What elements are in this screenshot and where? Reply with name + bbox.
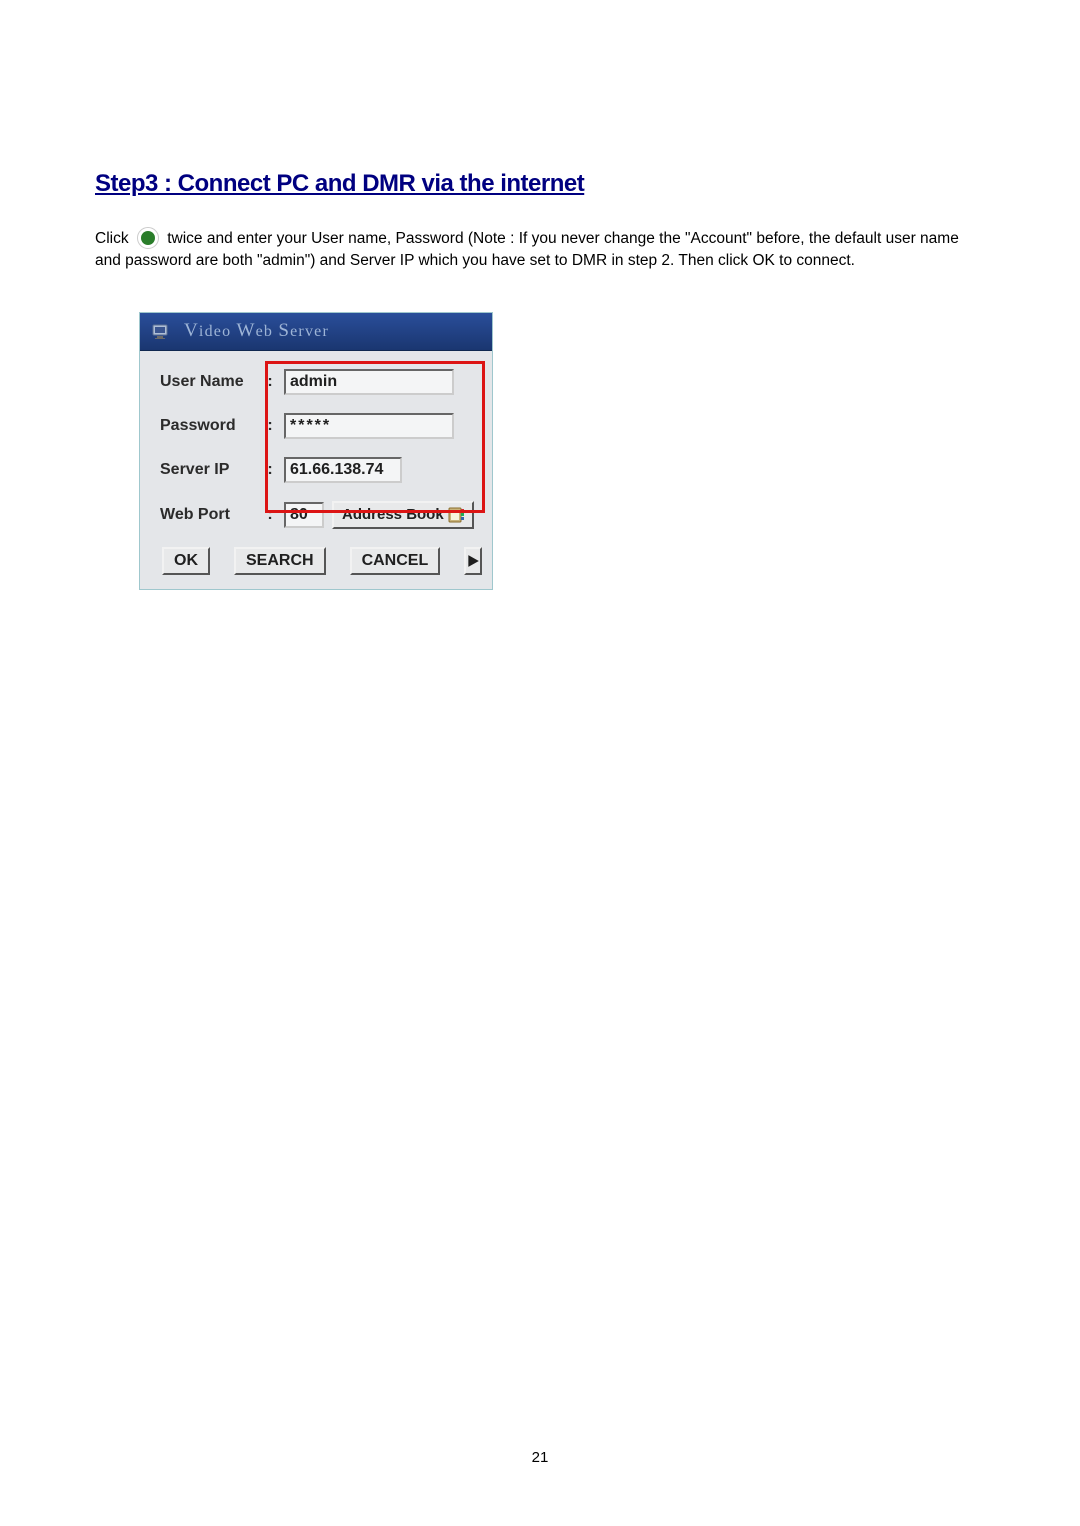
dialog-button-row: OK SEARCH CANCEL xyxy=(156,547,476,575)
play-icon xyxy=(466,554,480,568)
row-serverip: Server IP : xyxy=(156,457,476,483)
dialog-form: User Name : Password : Server IP : Web P… xyxy=(140,351,492,589)
instruction-paragraph: Click twice and enter your User name, Pa… xyxy=(95,228,985,272)
dialog-title: Video Web Server xyxy=(184,320,329,342)
label-webport: Web Port xyxy=(156,506,264,524)
label-serverip: Server IP xyxy=(156,461,264,479)
page-number: 21 xyxy=(532,1449,549,1466)
address-book-button[interactable]: Address Book xyxy=(332,501,474,529)
server-ip-input[interactable] xyxy=(284,457,402,483)
instruction-part1: Click xyxy=(95,230,129,247)
play-button[interactable] xyxy=(464,547,482,575)
titlebar-app-icon xyxy=(152,322,174,340)
dialog-titlebar: Video Web Server xyxy=(140,313,492,351)
cancel-button[interactable]: CANCEL xyxy=(350,547,441,575)
instruction-part2: twice and enter your User name, Password… xyxy=(95,230,959,269)
address-book-icon xyxy=(448,506,468,524)
row-username: User Name : xyxy=(156,369,476,395)
username-input[interactable] xyxy=(284,369,454,395)
row-password: Password : xyxy=(156,413,476,439)
password-input[interactable] xyxy=(284,413,454,439)
web-port-input[interactable] xyxy=(284,502,324,528)
step-heading: Step3 : Connect PC and DMR via the inter… xyxy=(95,170,985,198)
search-button[interactable]: SEARCH xyxy=(234,547,326,575)
ok-button[interactable]: OK xyxy=(162,547,210,575)
row-webport: Web Port : Address Book xyxy=(156,501,476,529)
app-launch-icon xyxy=(137,227,159,249)
address-book-label: Address Book xyxy=(342,506,444,523)
video-web-server-dialog: Video Web Server User Name : Password : … xyxy=(139,312,493,590)
label-password: Password xyxy=(156,417,264,435)
label-username: User Name xyxy=(156,373,264,391)
